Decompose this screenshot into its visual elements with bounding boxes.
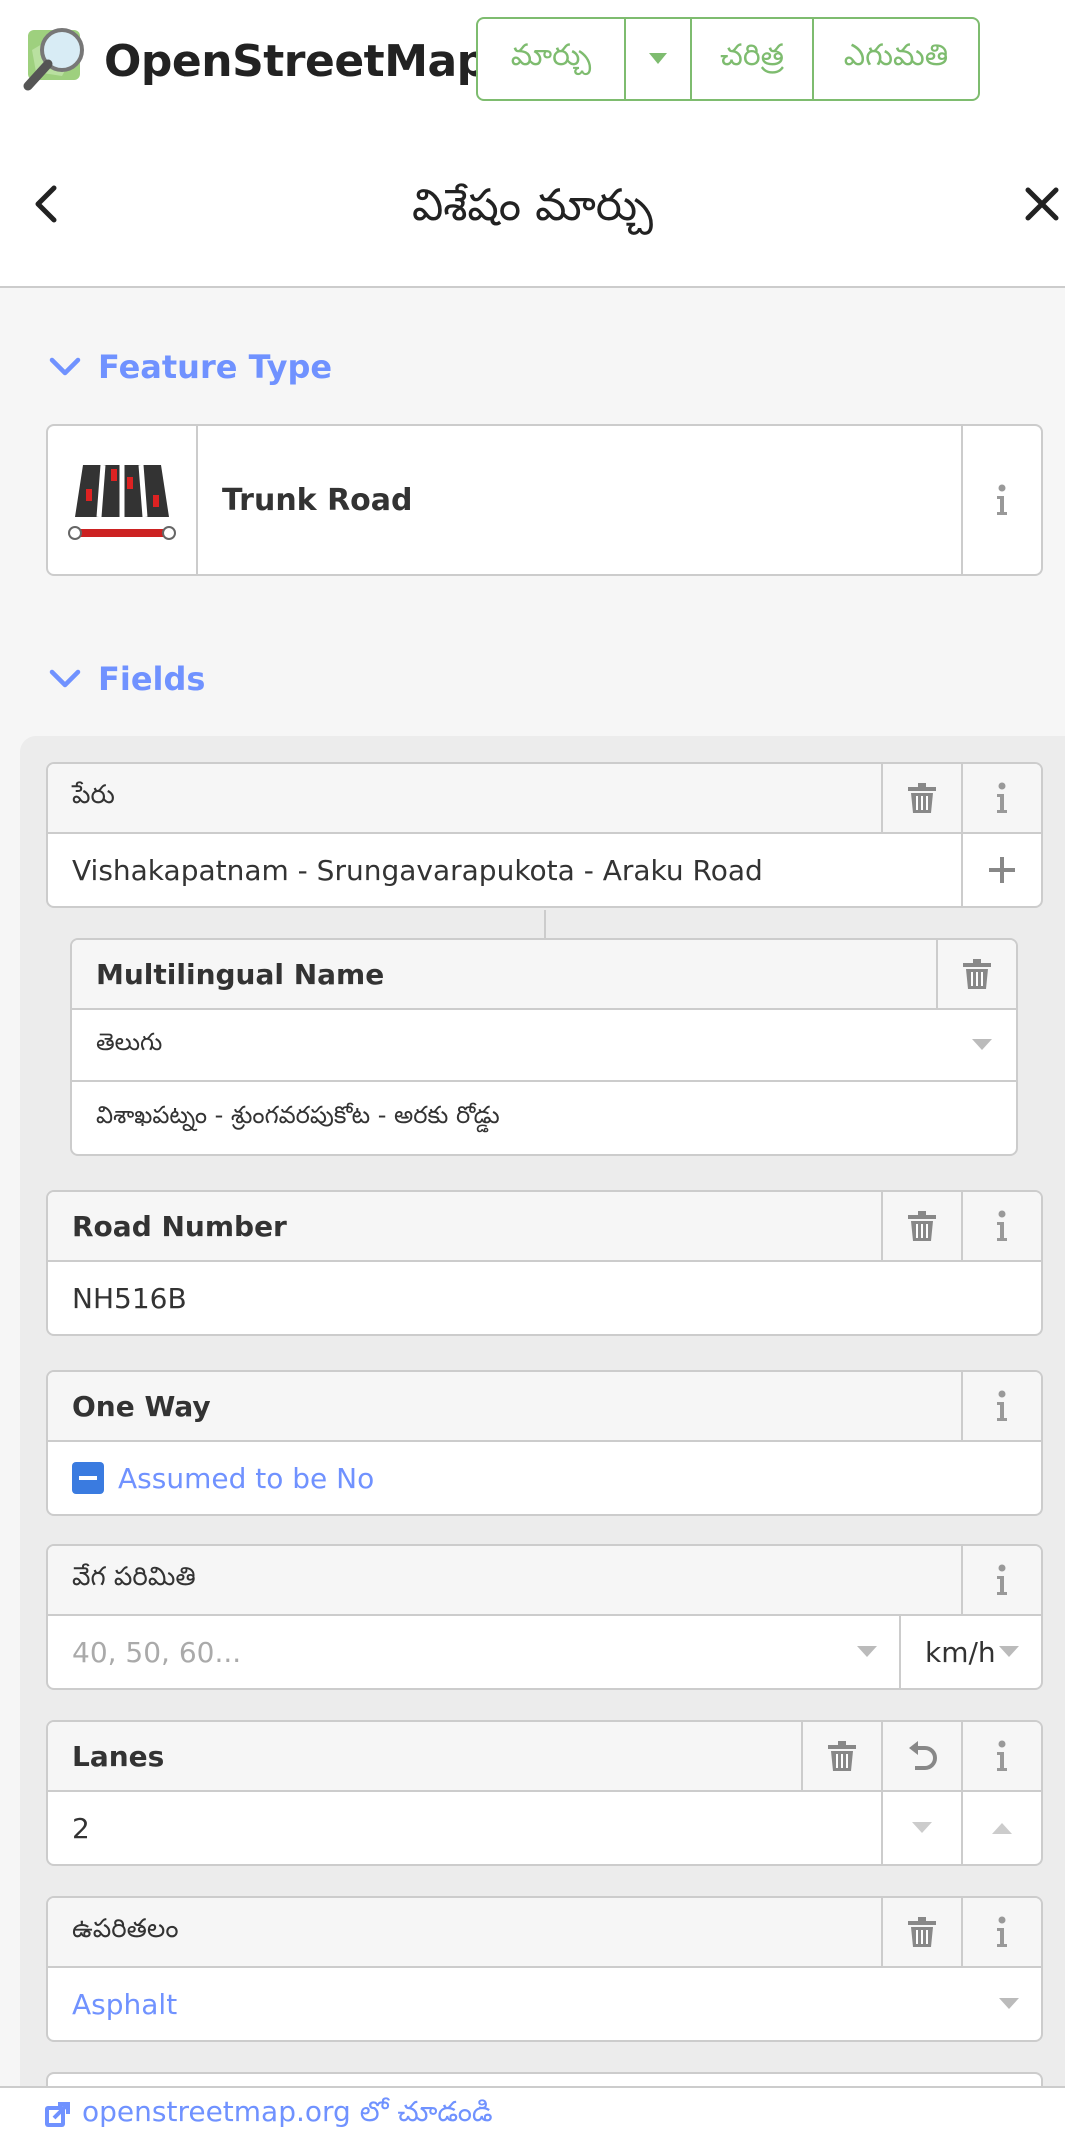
feature-type-info-button[interactable]: [961, 426, 1041, 574]
caret-down-icon: [857, 1646, 877, 1657]
history-button[interactable]: చరిత్ర: [692, 19, 814, 99]
caret-down-icon: [999, 1646, 1019, 1657]
name-info-button[interactable]: [961, 764, 1041, 832]
osm-logo-icon[interactable]: [22, 20, 96, 94]
trash-icon: [908, 783, 936, 813]
fields-heading: Fields: [98, 660, 206, 698]
info-icon: [997, 782, 1007, 813]
multilingual-name-field: Multilingual Name తెలుగు విశాఖపట్నం - శ్…: [70, 938, 1018, 1156]
oneway-label: One Way: [72, 1389, 211, 1423]
road-number-label: Road Number: [72, 1209, 287, 1243]
caret-down-icon: [912, 1822, 932, 1833]
speed-unit-value: km/h: [925, 1635, 996, 1669]
oneway-info-button[interactable]: [961, 1372, 1041, 1440]
road-number-field: Road Number NH516B: [46, 1190, 1043, 1336]
info-icon: [997, 1390, 1007, 1421]
oneway-field: One Way Assumed to be No: [46, 1370, 1043, 1516]
edit-button-group: మార్చు చరిత్ర ఎగుమతి: [476, 17, 980, 101]
export-button[interactable]: ఎగుమతి: [814, 19, 978, 99]
lanes-info-button[interactable]: [961, 1722, 1041, 1790]
name-field: పేరు Vishakapatnam - Srungavarapukota - …: [46, 762, 1043, 908]
info-icon: [997, 484, 1007, 515]
language-select[interactable]: తెలుగు: [72, 1028, 972, 1062]
localized-name-input[interactable]: విశాఖపట్నం - శ్రుంగవరపుకోట - అరకు రోడ్డు: [72, 1101, 1016, 1135]
lanes-revert-button[interactable]: [881, 1722, 961, 1790]
surface-info-button[interactable]: [961, 1898, 1041, 1966]
external-link-icon: [45, 2102, 70, 2127]
edit-dropdown-button[interactable]: [626, 19, 692, 99]
app-title[interactable]: OpenStreetMap: [104, 36, 488, 87]
caret-down-icon: [972, 1039, 992, 1050]
trash-icon: [908, 1917, 936, 1947]
oneway-value: Assumed to be No: [118, 1461, 375, 1495]
name-delete-button[interactable]: [881, 764, 961, 832]
close-icon[interactable]: [1024, 186, 1060, 222]
lanes-input[interactable]: 2: [48, 1812, 881, 1845]
trash-icon: [963, 959, 991, 989]
sidebar-title: విశేషం మార్చు: [411, 180, 654, 231]
oneway-checkbox[interactable]: Assumed to be No: [48, 1442, 1041, 1514]
multilingual-name-delete-button[interactable]: [936, 940, 1016, 1008]
sidebar-header: విశేషం మార్చు: [0, 122, 1065, 288]
edit-button[interactable]: మార్చు: [478, 19, 626, 99]
info-icon: [997, 1916, 1007, 1947]
trunk-road-icon: [48, 426, 198, 574]
lanes-field: Lanes 2: [46, 1720, 1043, 1866]
maxspeed-field: వేగ పరిమితి 40, 50, 60... km/h: [46, 1544, 1043, 1690]
top-bar: OpenStreetMap మార్చు చరిత్ర ఎగుమతి: [0, 0, 1065, 122]
caret-down-icon: [649, 53, 667, 64]
maxspeed-input[interactable]: 40, 50, 60...: [48, 1636, 857, 1669]
lanes-label: Lanes: [72, 1739, 165, 1773]
fields-section-toggle[interactable]: Fields: [48, 660, 205, 698]
road-number-input[interactable]: NH516B: [48, 1282, 1041, 1315]
trash-icon: [828, 1741, 856, 1771]
plus-icon: [989, 857, 1015, 883]
chevron-down-icon: [49, 669, 81, 688]
localized-name-connector: [544, 910, 546, 940]
maxspeed-info-button[interactable]: [961, 1546, 1041, 1614]
info-icon: [997, 1564, 1007, 1595]
surface-delete-button[interactable]: [881, 1898, 961, 1966]
undo-icon: [909, 1741, 937, 1770]
road-number-info-button[interactable]: [961, 1192, 1041, 1260]
feature-type-name: Trunk Road: [222, 482, 413, 518]
lanes-delete-button[interactable]: [801, 1722, 881, 1790]
feature-type-heading: Feature Type: [98, 348, 333, 386]
view-on-osm-text: openstreetmap.org లో చూడండి: [82, 2095, 493, 2128]
name-label: పేరు: [72, 780, 115, 810]
add-localized-name-button[interactable]: [961, 834, 1041, 906]
speed-unit-select[interactable]: km/h: [901, 1616, 1041, 1688]
caret-down-icon: [999, 1998, 1019, 2009]
maxspeed-label: వేగ పరిమితి: [72, 1562, 196, 1592]
lanes-decrement-button[interactable]: [881, 1792, 961, 1864]
trash-icon: [908, 1211, 936, 1241]
chevron-down-icon: [49, 357, 81, 376]
lanes-increment-button[interactable]: [961, 1792, 1041, 1864]
name-input[interactable]: Vishakapatnam - Srungavarapukota - Araku…: [48, 854, 961, 887]
view-on-osm-link[interactable]: openstreetmap.org లో చూడండి: [0, 2086, 1065, 2142]
feature-type-card[interactable]: Trunk Road: [46, 424, 1043, 576]
surface-field: ఉపరితలం Asphalt: [46, 1896, 1043, 2042]
multilingual-name-label: Multilingual Name: [96, 957, 385, 991]
indeterminate-checkbox-icon: [72, 1462, 104, 1494]
surface-label: ఉపరితలం: [72, 1914, 179, 1944]
info-icon: [997, 1210, 1007, 1241]
surface-select[interactable]: Asphalt: [48, 1988, 999, 2021]
feature-type-section-toggle[interactable]: Feature Type: [48, 348, 332, 386]
road-number-delete-button[interactable]: [881, 1192, 961, 1260]
info-icon: [997, 1740, 1007, 1771]
caret-up-icon: [992, 1823, 1012, 1834]
